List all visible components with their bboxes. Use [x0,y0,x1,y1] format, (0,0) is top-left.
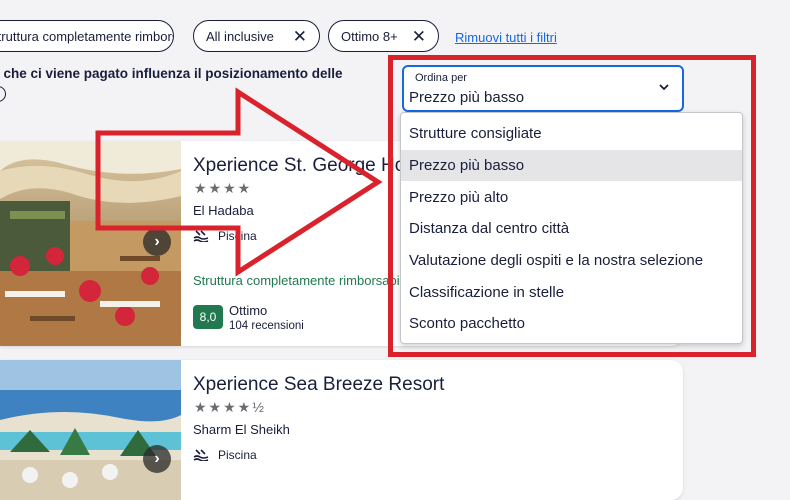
chevron-right-icon[interactable]: › [143,228,171,256]
sort-label: Ordina per [415,72,467,84]
filter-chip-all-inclusive[interactable]: All inclusive ✕ [193,20,320,52]
sort-option[interactable]: Prezzo più alto [401,182,742,213]
sort-option-selected[interactable]: Prezzo più basso [401,150,742,181]
filter-chip-label: Struttura completamente rimborsabile [0,28,173,44]
hotel-location: El Hadaba [193,203,254,218]
sort-options-menu: Strutture consigliate Prezzo più basso P… [400,112,743,344]
star-rating: ★★★★ [194,180,253,196]
filter-chip-label: Ottimo 8+ [341,28,398,44]
star-rating: ★★★★½ [194,399,266,415]
pool-icon [193,449,209,461]
score-badge: 8,0 [193,305,223,329]
sort-option[interactable]: Valutazione degli ospiti e la nostra sel… [401,245,742,276]
amenity: Piscina [193,448,257,462]
sort-value: Prezzo più basso [409,89,525,106]
hotel-photo: › [0,360,181,500]
close-icon[interactable]: ✕ [293,28,307,45]
refund-policy: Struttura completamente rimborsabile [193,273,410,288]
close-icon[interactable]: ✕ [412,28,426,45]
amenity: Piscina [193,229,257,243]
hotel-card[interactable]: › Xperience Sea Breeze Resort ★★★★½ Shar… [0,360,683,500]
remove-all-filters-link[interactable]: Rimuovi tutti i filtri [455,30,557,45]
ranking-disclaimer-text: Ciò che ci viene pagato influenza il pos… [0,66,343,81]
chevron-right-icon[interactable]: › [143,445,171,473]
hotel-name[interactable]: Xperience Sea Breeze Resort [193,374,444,396]
sort-option[interactable]: Classificazione in stelle [401,277,742,308]
filter-chip-label: All inclusive [206,28,274,44]
ranking-disclaimer: Ciò che ci viene pagato influenza il pos… [0,66,368,81]
pool-icon [193,230,209,242]
sort-option[interactable]: Distanza dal centro città [401,213,742,244]
info-icon[interactable]: i [0,86,6,102]
sort-option[interactable]: Sconto pacchetto [401,308,742,339]
sort-option[interactable]: Strutture consigliate [401,118,742,149]
review-count: 104 recensioni [229,320,304,332]
sort-dropdown[interactable]: Ordina per Prezzo più basso [402,65,684,112]
filter-chip-rating[interactable]: Ottimo 8+ ✕ [328,20,439,52]
chevron-down-icon [659,84,669,91]
hotel-photo: › [0,141,181,346]
amenity-label: Piscina [218,448,257,462]
filter-chip-refundable[interactable]: Struttura completamente rimborsabile ✕ [0,20,174,52]
score-label: Ottimo [229,303,268,318]
hotel-location: Sharm El Sheikh [193,422,290,437]
amenity-label: Piscina [218,229,257,243]
